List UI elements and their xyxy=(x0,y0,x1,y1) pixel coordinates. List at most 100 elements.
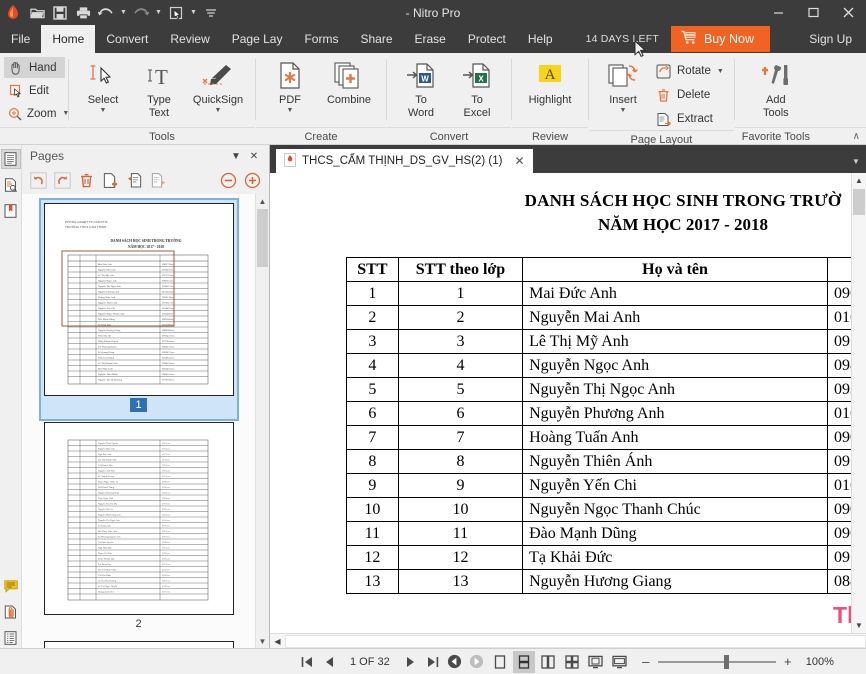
tab-file[interactable]: File xyxy=(0,25,41,53)
pdf-button[interactable]: PDF ▼ xyxy=(262,57,318,114)
thumbnails-scroll-up-button[interactable]: ▲ xyxy=(256,194,270,208)
page-indicator[interactable]: 1 OF 32 xyxy=(340,656,400,668)
tab-review[interactable]: Review xyxy=(159,25,220,53)
bookmarks-icon[interactable] xyxy=(1,201,21,221)
tab-share[interactable]: Share xyxy=(349,25,403,53)
open-icon[interactable] xyxy=(26,2,48,24)
next-page-button[interactable] xyxy=(400,651,422,673)
svg-text:0166xxx: 0166xxx xyxy=(162,519,171,522)
combine-button[interactable]: Combine xyxy=(318,57,380,106)
maximize-button[interactable] xyxy=(796,0,831,25)
previous-page-button[interactable] xyxy=(318,651,340,673)
tab-home[interactable]: Home xyxy=(41,25,96,53)
zoom-slider[interactable] xyxy=(657,654,776,669)
comments-icon[interactable] xyxy=(1,576,21,596)
tab-erase[interactable]: Erase xyxy=(404,25,457,53)
buy-now-button[interactable]: Buy Now xyxy=(670,26,770,52)
select-caret-icon[interactable]: ▼ xyxy=(188,2,199,24)
thumbnails-scroll-down-button[interactable]: ▼ xyxy=(256,634,270,648)
rotate-right-icon[interactable] xyxy=(52,170,73,191)
insert-pages-icon[interactable] xyxy=(100,170,121,191)
tab-forms[interactable]: Forms xyxy=(293,25,349,53)
extract-pages-icon[interactable] xyxy=(124,170,145,191)
vertical-scroll-thumb[interactable] xyxy=(853,189,865,215)
thumbnails-scroll-thumb[interactable] xyxy=(257,209,268,267)
select-dropdown-caret-icon[interactable]: ▼ xyxy=(100,107,107,114)
type-text-button[interactable]: T Type Text xyxy=(131,57,187,119)
zoom-slider-handle[interactable] xyxy=(723,654,729,669)
pages-panel-menu-caret-icon[interactable]: ▼ xyxy=(227,147,245,165)
highlight-button[interactable]: A Highlight xyxy=(518,57,582,106)
first-page-button[interactable] xyxy=(296,651,318,673)
page-thumbnail-3[interactable] xyxy=(41,638,237,648)
insert-dropdown-caret-icon[interactable]: ▼ xyxy=(620,107,627,114)
redo-icon[interactable] xyxy=(130,2,152,24)
rotate-left-icon[interactable] xyxy=(28,170,49,191)
document-vertical-scrollbar[interactable]: ▲ ▼ xyxy=(851,173,866,633)
document-tab-close-icon[interactable]: ✕ xyxy=(514,154,524,168)
delete-button[interactable]: Delete xyxy=(651,84,728,106)
tab-convert[interactable]: Convert xyxy=(95,25,159,53)
pages-panel-close-icon[interactable]: ✕ xyxy=(245,147,263,165)
previous-view-button[interactable] xyxy=(444,651,466,673)
zoom-tool-button[interactable]: Zoom ▼ xyxy=(4,103,69,124)
fit-width-view-button[interactable] xyxy=(609,651,631,673)
collapse-ribbon-button[interactable]: ∧ xyxy=(853,131,860,142)
undo-caret-icon[interactable]: ▼ xyxy=(118,2,129,24)
zoom-out-icon[interactable] xyxy=(218,170,239,191)
scroll-down-button[interactable]: ▼ xyxy=(852,618,866,633)
rotate-button[interactable]: Rotate ▼ xyxy=(651,60,728,82)
tab-protect[interactable]: Protect xyxy=(457,25,517,53)
customize-qat-icon[interactable] xyxy=(200,2,222,24)
hand-tool-button[interactable]: Hand xyxy=(4,57,65,78)
zoom-in-button[interactable]: + xyxy=(782,654,794,669)
save-icon[interactable] xyxy=(49,2,71,24)
scroll-up-button[interactable]: ▲ xyxy=(852,173,866,188)
pdf-dropdown-caret-icon[interactable]: ▼ xyxy=(287,107,294,114)
undo-icon[interactable] xyxy=(95,2,117,24)
quicksign-button[interactable]: QuickSign ▼ xyxy=(187,57,249,114)
page-thumbnail-1[interactable]: PHÒNG GD&ĐT TP CẨM PHẢ TRƯỜNG THCS CẨM T… xyxy=(38,198,239,421)
page-thumbnail-2[interactable]: Nguyễn Thảo Quyên Nguyễn Bảo Anh Ngô Bảo … xyxy=(41,419,237,638)
print-icon[interactable] xyxy=(72,2,94,24)
two-page-view-button[interactable] xyxy=(537,651,559,673)
insert-button[interactable]: Insert ▼ xyxy=(595,57,651,114)
close-button[interactable] xyxy=(831,0,866,25)
zoom-in-icon[interactable] xyxy=(242,170,263,191)
rotate-caret-icon[interactable]: ▼ xyxy=(717,68,724,75)
continuous-view-button[interactable] xyxy=(512,650,535,673)
sign-up-link[interactable]: Sign Up xyxy=(795,25,866,53)
edit-tool-button[interactable]: Edit xyxy=(4,80,65,101)
replace-pages-icon[interactable] xyxy=(148,170,169,191)
next-view-button[interactable] xyxy=(466,651,488,673)
extract-button[interactable]: Extract xyxy=(651,108,728,130)
attachments-icon[interactable] xyxy=(1,602,21,622)
minimize-button[interactable] xyxy=(761,0,796,25)
thumbnails-scrollbar[interactable]: ▲ ▼ xyxy=(255,194,269,648)
add-tools-button[interactable]: Add Tools xyxy=(741,57,811,119)
page-thumbnails-list[interactable]: PHÒNG GD&ĐT TP CẨM PHẢ TRƯỜNG THCS CẨM T… xyxy=(22,194,269,648)
redo-caret-icon[interactable]: ▼ xyxy=(153,2,164,24)
horizontal-scroll-thumb[interactable] xyxy=(285,634,866,648)
to-word-button[interactable]: W To Word xyxy=(393,57,449,119)
fit-page-view-button[interactable] xyxy=(585,651,607,673)
select-tool-icon[interactable] xyxy=(165,2,187,24)
two-page-continuous-view-button[interactable] xyxy=(561,651,583,673)
document-tab[interactable]: THCS_CẨM THỊNH_DS_GV_HS(2) (1) ✕ xyxy=(276,149,533,173)
single-page-view-button[interactable] xyxy=(489,651,511,673)
search-document-icon[interactable] xyxy=(1,175,21,195)
to-excel-button[interactable]: X To Excel xyxy=(449,57,505,119)
last-page-button[interactable] xyxy=(422,651,444,673)
scroll-left-button[interactable]: ◀ xyxy=(270,634,285,649)
layers-icon[interactable] xyxy=(1,628,21,648)
quicksign-dropdown-caret-icon[interactable]: ▼ xyxy=(215,107,222,114)
delete-pages-icon[interactable] xyxy=(76,170,97,191)
tab-help[interactable]: Help xyxy=(517,25,564,53)
document-tab-overflow-caret-icon[interactable]: ▼ xyxy=(846,149,866,173)
document-canvas[interactable]: DANH SÁCH HỌC SINH TRONG TRƯỜ NĂM HỌC 20… xyxy=(270,173,866,633)
select-button[interactable]: Select ▼ xyxy=(75,57,131,114)
zoom-out-button[interactable]: – xyxy=(640,654,652,669)
tab-page-lay[interactable]: Page Lay xyxy=(221,25,294,53)
pages-panel-icon[interactable] xyxy=(0,149,21,169)
document-horizontal-scrollbar[interactable]: ◀ xyxy=(270,633,866,648)
